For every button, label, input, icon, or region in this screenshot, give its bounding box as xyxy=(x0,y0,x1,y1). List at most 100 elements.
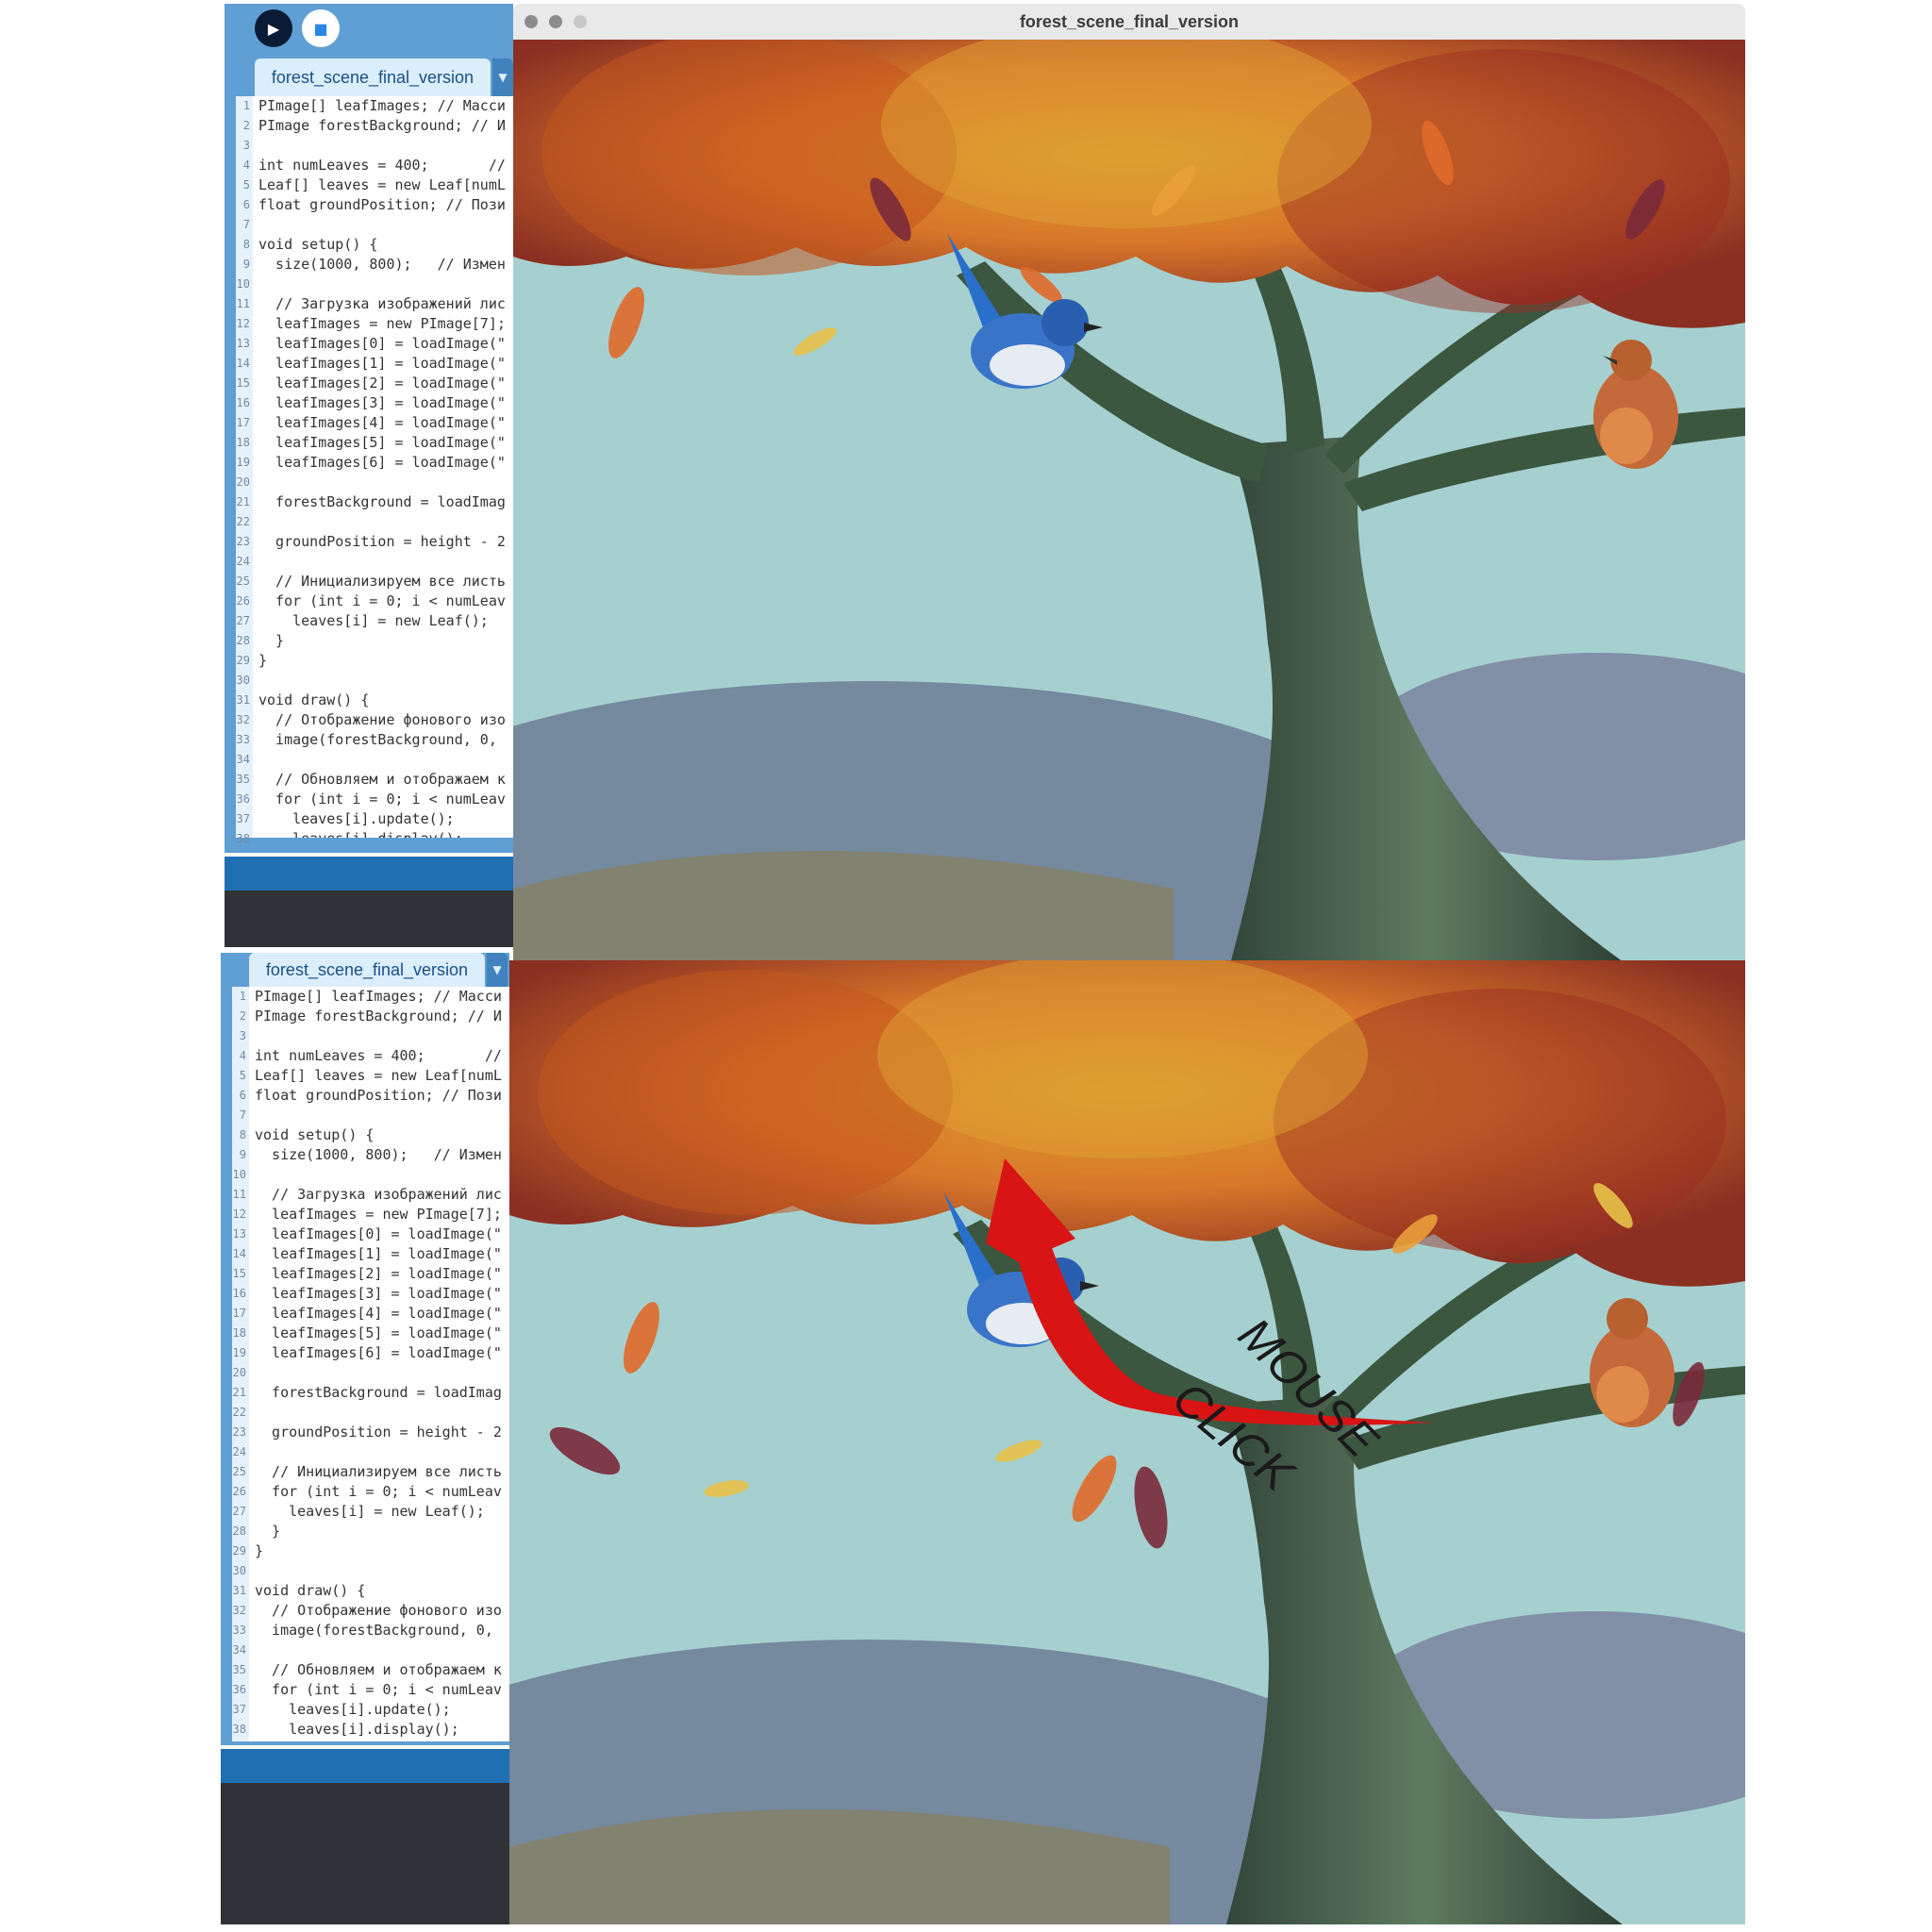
tab-menu-button[interactable]: ▼ xyxy=(492,58,513,96)
code-line: } xyxy=(255,1523,281,1540)
line-number: 2 xyxy=(239,1009,246,1023)
line-number: 26 xyxy=(232,1485,246,1498)
line-number: 17 xyxy=(236,416,250,429)
forest-scene-illustration xyxy=(513,40,1745,964)
line-number: 16 xyxy=(232,1287,246,1300)
console-area xyxy=(225,891,513,947)
code-line: leafImages[3] = loadImage(" xyxy=(255,1285,502,1302)
line-number: 5 xyxy=(239,1069,246,1082)
code-line: for (int i = 0; i < numLeav xyxy=(255,1681,502,1698)
editor-tab[interactable]: forest_scene_final_version xyxy=(249,953,485,987)
code-line: leafImages[0] = loadImage(" xyxy=(255,1225,502,1242)
code-line: // Загрузка изображений лис xyxy=(255,1186,502,1203)
code-line: // Инициализируем все листь xyxy=(258,573,506,590)
line-number: 18 xyxy=(232,1326,246,1340)
code-line: Leaf[] leaves = new Leaf[numL xyxy=(255,1067,502,1084)
top-ide-panel: ▶ ■ forest_scene_final_version ▼ 1234567… xyxy=(225,4,513,947)
code-line: } xyxy=(258,652,268,669)
line-number: 1 xyxy=(242,99,250,112)
code-line: float groundPosition; // Пози xyxy=(258,196,506,213)
zoom-window-icon[interactable] xyxy=(574,15,587,28)
line-number: 38 xyxy=(236,832,250,845)
sketch-canvas-top[interactable] xyxy=(513,40,1745,964)
line-number: 12 xyxy=(232,1208,246,1221)
code-line: leafImages[6] = loadImage(" xyxy=(255,1344,502,1361)
line-number: 21 xyxy=(232,1386,246,1399)
line-number: 30 xyxy=(236,674,250,687)
line-number: 32 xyxy=(232,1604,246,1617)
code-line: for (int i = 0; i < numLeav xyxy=(258,791,506,808)
line-number: 38 xyxy=(232,1723,246,1736)
code-line: leafImages[3] = loadImage(" xyxy=(258,394,506,411)
code-line: leafImages[0] = loadImage(" xyxy=(258,335,506,352)
sketch-window-titlebar[interactable]: forest_scene_final_version xyxy=(513,4,1745,41)
sketch-canvas-bottom[interactable]: MOUSE CLICK xyxy=(509,960,1745,1924)
line-number: 11 xyxy=(236,297,250,310)
line-number: 37 xyxy=(236,812,250,825)
code-line: float groundPosition; // Пози xyxy=(255,1087,502,1104)
code-line: Leaf[] leaves = new Leaf[numL xyxy=(258,176,506,193)
line-number: 15 xyxy=(232,1267,246,1280)
code-line: groundPosition = height - 2 xyxy=(255,1424,502,1441)
console-area xyxy=(221,1783,509,1924)
code-line: // Обновляем и отображаем к xyxy=(255,1661,502,1678)
line-number: 33 xyxy=(232,1624,246,1637)
line-number: 29 xyxy=(236,654,250,667)
status-bar xyxy=(221,1749,509,1783)
code-editor[interactable]: PImage[] leafImages; // Масси PImage fore… xyxy=(253,96,513,838)
code-line: // Загрузка изображений лис xyxy=(258,295,506,312)
chevron-down-icon: ▼ xyxy=(498,71,508,84)
line-number: 24 xyxy=(232,1445,246,1458)
line-number: 10 xyxy=(232,1168,246,1181)
code-line: leafImages[4] = loadImage(" xyxy=(255,1305,502,1322)
line-number: 17 xyxy=(232,1307,246,1320)
line-number: 37 xyxy=(232,1703,246,1716)
code-line: leafImages[5] = loadImage(" xyxy=(258,434,506,451)
stop-icon: ■ xyxy=(313,19,328,38)
code-line: leaves[i].update(); xyxy=(255,1701,451,1718)
close-window-icon[interactable] xyxy=(525,15,538,28)
forest-scene-illustration: MOUSE CLICK xyxy=(509,960,1745,1924)
line-number: 23 xyxy=(236,535,250,548)
editor-tab-label: forest_scene_final_version xyxy=(265,959,469,979)
line-number: 1 xyxy=(239,990,246,1003)
line-number: 23 xyxy=(232,1425,246,1439)
code-editor[interactable]: PImage[] leafImages; // Масси PImage fore… xyxy=(249,987,509,1741)
code-line: leaves[i] = new Leaf(); xyxy=(255,1503,485,1520)
code-line: PImage[] leafImages; // Масси xyxy=(255,988,502,1005)
code-line: size(1000, 800); // Измен xyxy=(258,256,506,273)
line-number: 28 xyxy=(236,634,250,647)
code-line: leafImages = new PImage[7]; xyxy=(255,1206,502,1223)
code-line: void draw() { xyxy=(258,691,370,708)
tab-menu-button[interactable]: ▼ xyxy=(487,953,508,987)
code-line: } xyxy=(255,1542,264,1559)
minimize-window-icon[interactable] xyxy=(549,15,562,28)
line-number: 34 xyxy=(236,753,250,766)
line-number: 27 xyxy=(232,1505,246,1518)
line-number-gutter: 1 2 3 4 5 6 7 8 9 10 11 12 13 14 15 16 17 18 19 20 21 22 23 24 2… xyxy=(232,987,249,1741)
run-button[interactable]: ▶ xyxy=(255,9,292,47)
line-number: 12 xyxy=(236,317,250,330)
line-number: 6 xyxy=(239,1089,246,1102)
code-line: for (int i = 0; i < numLeav xyxy=(255,1483,502,1500)
line-number: 5 xyxy=(242,178,250,192)
code-line: leafImages[1] = loadImage(" xyxy=(255,1245,502,1262)
code-line: // Отображение фонового изо xyxy=(258,711,506,728)
code-line: leafImages[1] = loadImage(" xyxy=(258,355,506,372)
line-number: 34 xyxy=(232,1643,246,1657)
line-number: 13 xyxy=(232,1227,246,1241)
code-line: for (int i = 0; i < numLeav xyxy=(258,592,506,609)
editor-tab[interactable]: forest_scene_final_version xyxy=(255,58,491,96)
code-line: PImage forestBackground; // И xyxy=(258,117,506,134)
stop-button[interactable]: ■ xyxy=(302,9,340,47)
sketch-window: forest_scene_final_version xyxy=(513,4,1745,964)
